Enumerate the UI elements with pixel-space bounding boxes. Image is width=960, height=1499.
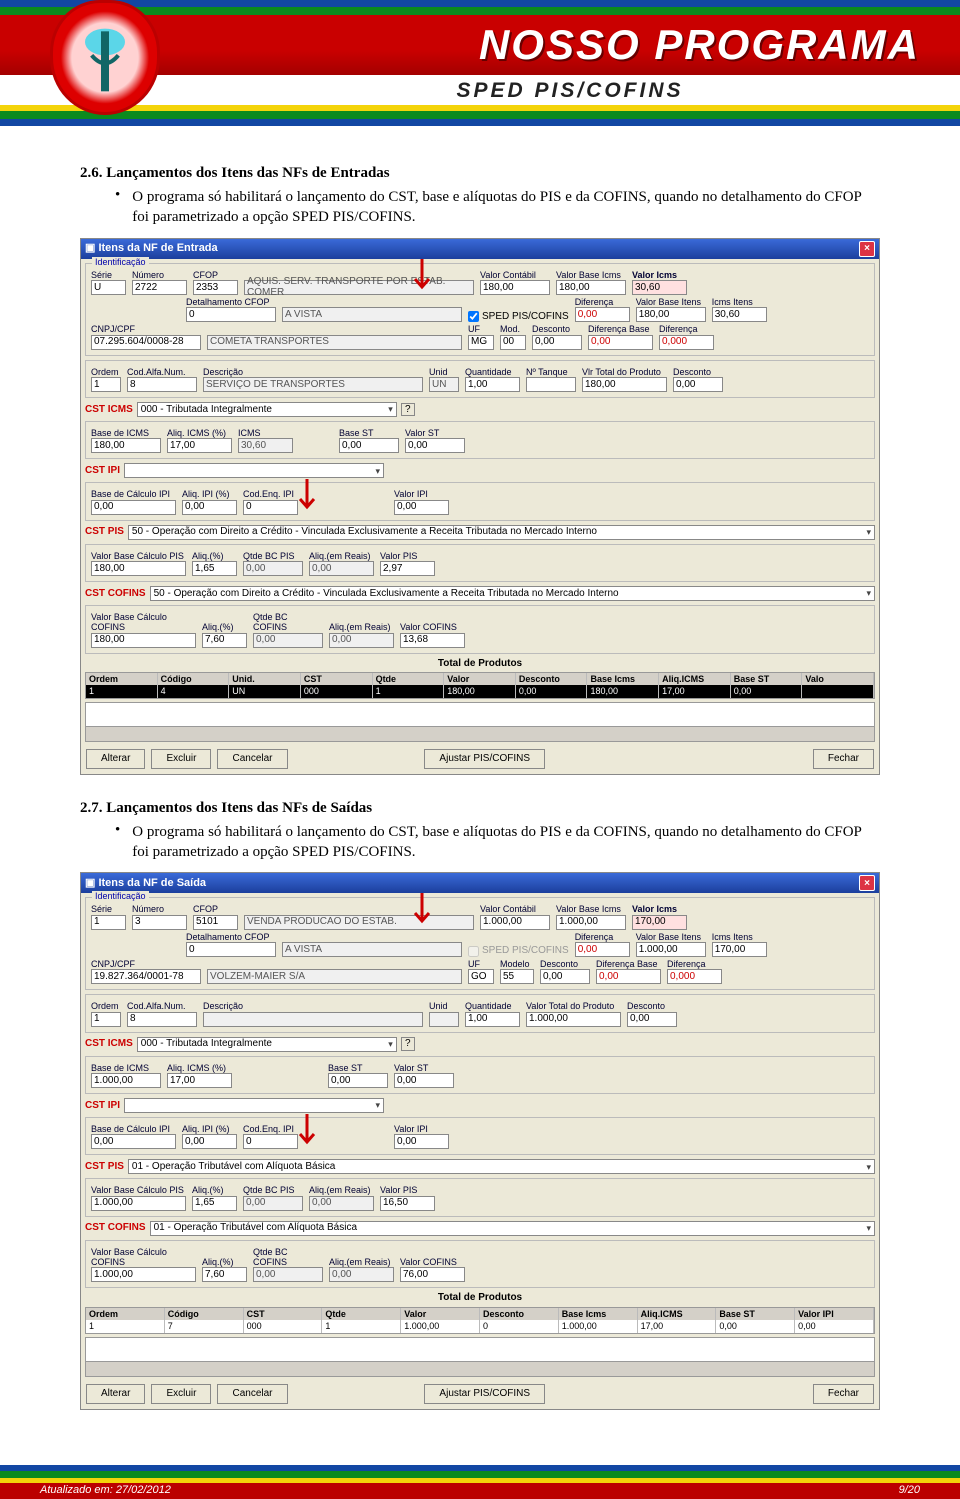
cst-cofins-select[interactable]: 50 - Operação com Direito a Crédito - Vi…	[150, 586, 875, 601]
titlebar: ▣ Itens da NF de Entrada ×	[81, 239, 879, 259]
ajustar-button[interactable]: Ajustar PIS/COFINS	[424, 749, 545, 769]
totals-table-2: OrdemCódigoCSTQtdeValorDescontoBase Icms…	[85, 1307, 875, 1334]
section-2-6-bullet: O programa só habilitará o lançamento do…	[115, 187, 880, 228]
app-entrada-window: ▣ Itens da NF de Entrada × Identificação…	[80, 238, 880, 775]
cst-ipi-select[interactable]	[124, 463, 384, 478]
fechar-button[interactable]: Fechar	[813, 1384, 874, 1404]
app-saida-window: ▣ Itens da NF de Saída× Identificação Sé…	[80, 872, 880, 1409]
cst-pis-select[interactable]: 50 - Operação com Direito a Crédito - Vi…	[128, 525, 875, 540]
serie-input[interactable]: U	[91, 280, 126, 295]
ajustar-button[interactable]: Ajustar PIS/COFINS	[424, 1384, 545, 1404]
section-2-6-heading: 2.6. Lançamentos dos Itens das NFs de En…	[80, 165, 880, 182]
cfop-desc: AQUIS. SERV. TRANSPORTE POR ESTAB. COMER	[244, 280, 474, 295]
window-icon: ▣	[85, 877, 98, 890]
grid-scroll-area[interactable]	[85, 1337, 875, 1377]
cfop-input[interactable]: 2353	[193, 280, 238, 295]
totals-table: OrdemCódigoUnid.CSTQtdeValorDescontoBase…	[85, 672, 875, 699]
help-icon[interactable]: ?	[401, 403, 415, 417]
group-identificacao: Identificação SérieU Número2722 CFOP2353…	[85, 263, 875, 356]
page-footer: Atualizado em: 27/02/2012 9/20	[0, 1465, 960, 1499]
footer-page: 9/20	[899, 1485, 920, 1496]
cst-icms-row: CST ICMS 000 - Tributada Integralmente ?	[85, 402, 875, 417]
valor-contabil[interactable]: 180,00	[480, 280, 550, 295]
numero-input[interactable]: 2722	[132, 280, 187, 295]
window-title: Itens da NF de Entrada	[98, 242, 217, 255]
cst-icms-select[interactable]: 000 - Tributada Integralmente	[137, 402, 397, 417]
logo-heart-badge	[50, 0, 160, 115]
sped-checkbox[interactable]: SPED PIS/COFINS	[468, 311, 569, 323]
cancelar-button[interactable]: Cancelar	[217, 1384, 287, 1404]
section-2-7-heading: 2.7. Lançamentos dos Itens das NFs de Sa…	[80, 800, 880, 817]
fechar-button[interactable]: Fechar	[813, 749, 874, 769]
footer-updated: Atualizado em: 27/02/2012	[40, 1485, 171, 1496]
excluir-button[interactable]: Excluir	[151, 749, 211, 769]
window-icon: ▣	[85, 242, 98, 255]
cancelar-button[interactable]: Cancelar	[217, 749, 287, 769]
page-header: NOSSO PROGRAMA SPED PIS/COFINS	[0, 0, 960, 125]
grid-scroll-area[interactable]	[85, 702, 875, 742]
excluir-button[interactable]: Excluir	[151, 1384, 211, 1404]
close-icon[interactable]: ×	[859, 241, 875, 257]
group-item-line: Ordem1 Cod.Alfa.Num.8 DescriçãoSERVIÇO D…	[85, 360, 875, 398]
alterar-button[interactable]: Alterar	[86, 1384, 145, 1404]
alterar-button[interactable]: Alterar	[86, 749, 145, 769]
close-icon[interactable]: ×	[859, 875, 875, 891]
section-2-7-bullet: O programa só habilitará o lançamento do…	[115, 822, 880, 863]
